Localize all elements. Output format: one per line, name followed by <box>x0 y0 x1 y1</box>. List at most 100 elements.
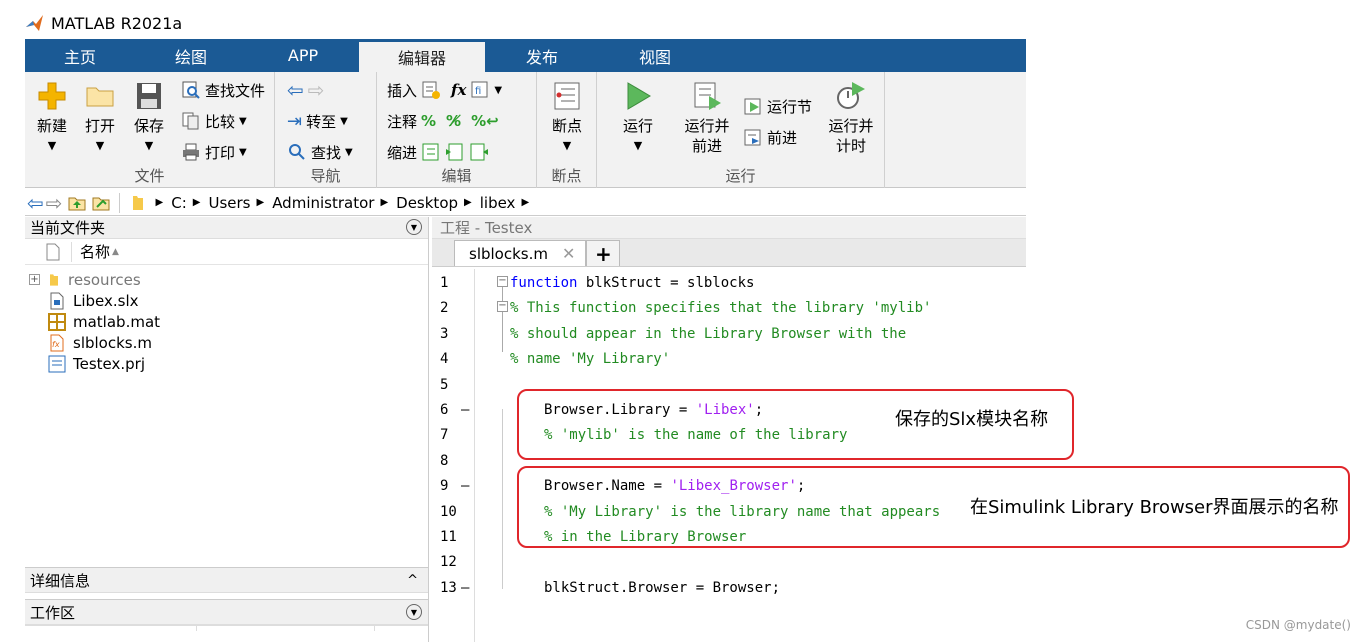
list-item[interactable]: matlab.mat <box>25 311 428 332</box>
chevron-up-icon[interactable]: ^ <box>407 573 418 588</box>
back-forward-buttons[interactable]: ⇦ ⇨ <box>287 78 325 102</box>
code-comment: % in the Library Browser <box>544 529 747 545</box>
goto-button[interactable]: ⇥ 转至 ▼ <box>287 109 348 133</box>
forward-arrow-icon[interactable]: ⇨ <box>46 191 63 215</box>
run-and-time-button[interactable]: 运行并 计时 <box>823 80 879 156</box>
breadcrumb-item[interactable]: Desktop ▶ <box>396 194 472 212</box>
code-line[interactable]: % 'mylib' is the name of the library <box>544 423 847 448</box>
run-group: 运行 ▼ 运行并 前进 运行节 前进 运行并 计时 运行 <box>597 72 885 188</box>
code-line[interactable]: % 'My Library' is the library name that … <box>544 500 940 525</box>
current-folder-header: 当前文件夹 ▼ <box>25 217 428 239</box>
separator <box>71 241 72 262</box>
comment-icon[interactable]: % <box>421 112 436 130</box>
run-section-button[interactable]: 运行节 <box>743 94 812 118</box>
insert-function-icon[interactable]: fi <box>470 80 490 100</box>
save-button[interactable]: 保存 ▼ <box>126 80 172 156</box>
breadcrumb-item[interactable]: libex ▶ <box>480 194 529 212</box>
breakpoints-group: 断点 ▼ 断点 <box>537 72 597 188</box>
fold-collapse-icon[interactable]: − <box>497 276 508 287</box>
code-line[interactable]: % in the Library Browser <box>544 525 746 550</box>
increase-indent-icon[interactable] <box>445 142 465 162</box>
tab-plots[interactable]: 绘图 <box>135 39 247 72</box>
code-line[interactable]: % should appear in the Library Browser w… <box>510 322 906 347</box>
tab-editor[interactable]: 编辑器 <box>359 39 485 72</box>
breadcrumb-item[interactable]: Users ▶ <box>208 194 264 212</box>
list-item[interactable]: fx slblocks.m <box>25 332 428 353</box>
comment-button[interactable]: 注释 <box>387 111 417 132</box>
find-button[interactable]: 查找 ▼ <box>287 140 353 164</box>
breakpoint-marker[interactable]: — <box>461 398 469 423</box>
run-button[interactable]: 运行 ▼ <box>615 80 661 156</box>
insert-button[interactable]: 插入 <box>387 80 417 101</box>
up-folder-icon[interactable] <box>67 193 87 213</box>
panel-menu-icon[interactable]: ▼ <box>406 219 422 235</box>
indent-button[interactable]: 缩进 <box>387 142 417 163</box>
advance-button[interactable]: 前进 <box>743 125 797 149</box>
find-files-button[interactable]: 查找文件 <box>181 78 265 102</box>
breadcrumb-chevron-icon: ▶ <box>256 197 265 208</box>
smart-indent-icon[interactable] <box>421 142 441 162</box>
file-group: 新建 ▼ 打开 ▼ 保存 ▼ 查找文件 比较 ▼ 打印 ▼ 文件 <box>25 72 275 188</box>
code-line[interactable]: Browser.Name = 'Libex_Browser'; <box>544 474 805 499</box>
title-bar: MATLAB R2021a <box>25 8 182 38</box>
new-button[interactable]: 新建 ▼ <box>29 80 75 156</box>
name-column-header[interactable]: 名称 <box>80 241 110 262</box>
workspace-panel-header[interactable]: 工作区 ▼ <box>25 599 428 625</box>
breakpoint-marker[interactable]: — <box>461 576 469 601</box>
panel-menu-icon[interactable]: ▼ <box>406 604 422 620</box>
svg-text:fi: fi <box>475 86 481 97</box>
expand-icon[interactable]: + <box>29 274 40 285</box>
breadcrumb-item[interactable]: C: ▶ <box>171 194 200 212</box>
tab-apps[interactable]: APP <box>247 39 359 72</box>
line-number: 1 <box>440 275 449 291</box>
tab-view[interactable]: 视图 <box>599 39 711 72</box>
list-item[interactable]: Libex.slx <box>25 290 428 311</box>
code-line[interactable]: function blkStruct = slblocks <box>510 271 754 296</box>
fold-collapse-icon[interactable]: − <box>497 301 508 312</box>
browse-folder-icon[interactable] <box>91 193 111 213</box>
line-number: 5 <box>440 376 449 393</box>
tab-slblocks[interactable]: slblocks.m ✕ <box>454 240 587 266</box>
navigate-group: ⇦ ⇨ ⇥ 转至 ▼ 查找 ▼ 导航 <box>275 72 377 188</box>
new-tab-button[interactable]: + <box>586 240 621 266</box>
file-type-column-icon[interactable] <box>43 242 63 262</box>
list-item[interactable]: + resources <box>25 269 428 290</box>
chevron-down-icon[interactable]: ▼ <box>494 85 502 96</box>
breakpoint-marker[interactable]: — <box>461 474 469 499</box>
code-line[interactable]: % This function specifies that the libra… <box>510 296 931 321</box>
back-arrow-icon[interactable]: ⇦ <box>287 78 304 102</box>
list-item[interactable]: Testex.prj <box>25 353 428 374</box>
open-button[interactable]: 打开 ▼ <box>77 80 123 156</box>
code-area[interactable]: − − function blkStruct = slblocks % This … <box>475 269 1350 642</box>
breakpoints-button[interactable]: 断点 ▼ <box>544 80 590 156</box>
insert-section-icon[interactable] <box>421 80 441 100</box>
tab-home[interactable]: 主页 <box>25 39 135 72</box>
code-line[interactable]: Browser.Library = 'Libex'; <box>544 398 763 423</box>
details-panel-header[interactable]: 详细信息 ^ <box>25 567 428 593</box>
tab-publish[interactable]: 发布 <box>485 39 599 72</box>
close-icon[interactable]: ✕ <box>562 244 575 263</box>
print-icon <box>183 143 199 161</box>
edit-group-title: 编辑 <box>441 167 472 185</box>
run-and-time-icon <box>837 82 865 109</box>
code-line[interactable]: % name 'My Library' <box>510 347 670 372</box>
folder-icon <box>86 87 114 107</box>
line-number: 6 <box>440 402 449 418</box>
breadcrumb-item[interactable]: Administrator ▶ <box>272 194 388 212</box>
back-arrow-icon[interactable]: ⇦ <box>27 191 44 215</box>
fx-icon[interactable]: fx <box>451 81 466 99</box>
watermark: CSDN @mydate() <box>1245 618 1351 632</box>
function-file-icon: fx <box>50 334 64 351</box>
compare-button[interactable]: 比较 ▼ <box>181 109 247 133</box>
decrease-indent-icon[interactable] <box>469 142 489 162</box>
wrap-comment-icon[interactable]: %↩ <box>471 112 499 130</box>
uncomment-icon[interactable]: %̸ <box>446 112 461 130</box>
editor-tabs: slblocks.m ✕ + <box>432 239 1026 267</box>
breadcrumb-chevron-icon[interactable]: ▶ <box>156 197 164 208</box>
print-button[interactable]: 打印 ▼ <box>181 140 247 164</box>
forward-arrow-icon[interactable]: ⇨ <box>308 78 325 102</box>
code-line[interactable]: blkStruct.Browser = Browser; <box>544 576 780 601</box>
edit-group: 插入 fx fi ▼ 注释 % %̸ %↩ 缩进 编辑 <box>377 72 537 188</box>
line-number-gutter: 1 2 3 4 5 6—7 8 9—10 11 12 13— <box>432 269 475 642</box>
run-and-advance-button[interactable]: 运行并 前进 <box>681 80 733 156</box>
